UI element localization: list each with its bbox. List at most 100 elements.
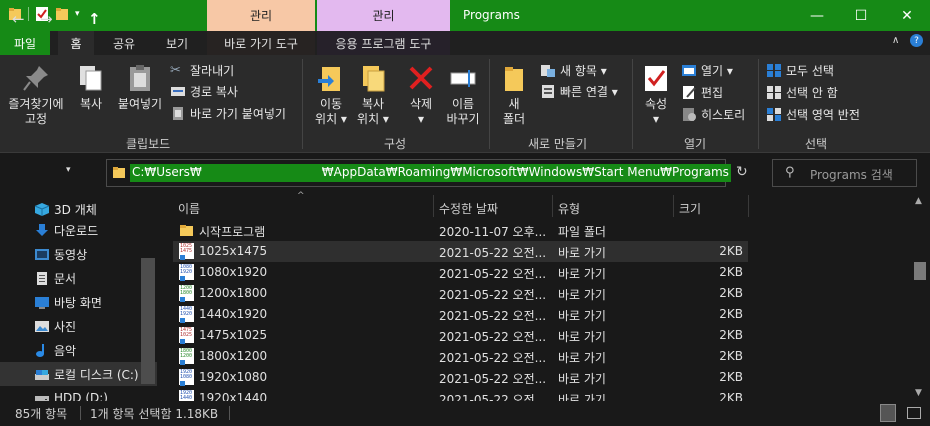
- easy-access-icon: [542, 85, 554, 98]
- select-all-label: 모두 선택: [786, 64, 834, 78]
- nav-item-desktop[interactable]: 바탕 화면: [0, 290, 157, 314]
- selection-info: 1개 항목 선택함 1.18KB: [90, 407, 219, 421]
- column-header-name[interactable]: 이름: [178, 200, 200, 217]
- file-type: 바로 가기: [558, 246, 606, 260]
- move-to-button[interactable]: 이동 위치 ▾: [310, 63, 352, 127]
- copy-button[interactable]: 복사: [72, 63, 110, 112]
- file-type: 바로 가기: [558, 330, 606, 344]
- refresh-icon[interactable]: ↻: [736, 164, 748, 180]
- file-type: 바로 가기: [558, 372, 606, 386]
- tab-file[interactable]: 파일: [0, 31, 50, 55]
- copy-path-button[interactable]: 경로 복사: [170, 83, 238, 100]
- table-row[interactable]: 1800 1200 1800x1200 2021-05-22 오전... 바로 가기 2K…: [173, 346, 748, 367]
- nav-item-documents[interactable]: 문서: [0, 266, 157, 290]
- tab-app-tools[interactable]: 응용 프로그램 도구: [318, 31, 449, 55]
- rename-button[interactable]: 이름 바꾸기: [442, 63, 484, 127]
- invert-selection-button[interactable]: 선택 영역 반전: [766, 106, 860, 123]
- documents-icon: [37, 271, 47, 285]
- forward-arrow-icon[interactable]: →: [40, 10, 53, 28]
- nav-item-music[interactable]: 음악: [0, 338, 157, 362]
- table-row[interactable]: 1440 1920 1440x1920 2021-05-22 오전... 바로 가기 2K…: [173, 304, 748, 325]
- table-row[interactable]: 1920 1080 1920x1080 2021-05-22 오전... 바로 가기 2K…: [173, 367, 748, 388]
- file-date: 2021-05-22 오전...: [439, 267, 545, 281]
- minimize-button[interactable]: —: [794, 0, 840, 31]
- recent-locations-icon[interactable]: ▾: [66, 165, 71, 175]
- properties-button[interactable]: 속성 ▾: [638, 63, 674, 127]
- file-date: 2021-05-22 오전...: [439, 246, 545, 260]
- table-row[interactable]: 1200 1800 1200x1800 2021-05-22 오전... 바로 가기 2K…: [173, 283, 748, 304]
- context-tab-manage-shortcut[interactable]: 관리: [207, 0, 315, 31]
- local-disk-icon: [35, 369, 49, 380]
- up-arrow-icon[interactable]: ↑: [88, 10, 101, 28]
- file-type: 바로 가기: [558, 351, 606, 365]
- column-separator[interactable]: [673, 195, 674, 217]
- delete-icon: [409, 66, 433, 90]
- tab-shortcut-tools[interactable]: 바로 가기 도구: [210, 31, 312, 55]
- tab-home[interactable]: 홈: [58, 31, 94, 55]
- help-icon[interactable]: ?: [910, 34, 923, 47]
- status-divider: [229, 406, 230, 420]
- new-item-button[interactable]: 새 항목 ▾: [540, 62, 607, 79]
- new-folder-icon[interactable]: [55, 6, 69, 22]
- select-all-button[interactable]: 모두 선택: [766, 62, 834, 79]
- tab-view[interactable]: 보기: [158, 31, 196, 55]
- edit-button[interactable]: 편집: [681, 84, 723, 101]
- shortcut-arrow-icon: [180, 339, 185, 344]
- column-separator[interactable]: [552, 195, 553, 217]
- column-header-date[interactable]: 수정한 날짜: [439, 200, 498, 217]
- table-row[interactable]: 1025 1475 1025x1475 2021-05-22 오전... 바로 가기 2K…: [173, 241, 748, 262]
- content-scrollbar-thumb[interactable]: [914, 262, 926, 280]
- qat-customize-icon[interactable]: ▾: [75, 9, 80, 19]
- organize-group-label: 구성: [384, 137, 407, 151]
- address-path[interactable]: C:₩Users₩ ₩AppData₩Roaming₩Microsoft₩Wind…: [130, 164, 731, 182]
- large-icons-view-button[interactable]: [907, 407, 921, 419]
- title-bar: ▾ 관리 관리 Programs — ☐ ✕: [0, 0, 930, 31]
- scroll-down-icon[interactable]: ▼: [915, 388, 922, 398]
- context-tab-manage-app[interactable]: 관리: [317, 0, 450, 31]
- paste-button[interactable]: 붙여넣기: [114, 63, 166, 112]
- column-header-size[interactable]: 크기: [679, 200, 701, 217]
- column-header-type[interactable]: 유형: [558, 200, 580, 217]
- nav-item-videos[interactable]: 동영상: [0, 242, 157, 266]
- details-view-button[interactable]: [880, 404, 896, 422]
- cut-button[interactable]: ✂ 잘라내기: [170, 62, 234, 79]
- column-separator[interactable]: [433, 195, 434, 217]
- nav-item-pictures[interactable]: 사진: [0, 314, 157, 338]
- nav-item-downloads[interactable]: 다운로드: [0, 218, 157, 242]
- new-item-icon: [541, 65, 555, 77]
- invert-selection-icon: [767, 108, 781, 121]
- copy-icon: [80, 66, 102, 91]
- open-button[interactable]: 열기 ▾: [681, 62, 733, 79]
- pin-to-quick-access-button[interactable]: 즐겨찾기에 고정: [6, 63, 66, 127]
- delete-button[interactable]: 삭제 ▾: [401, 63, 441, 127]
- close-button[interactable]: ✕: [884, 0, 930, 31]
- new-folder-label: 새 폴더: [502, 97, 526, 126]
- maximize-button[interactable]: ☐: [838, 0, 884, 31]
- shortcut-badge-bottom: 1200: [180, 353, 193, 359]
- file-name: 1800x1200: [199, 349, 268, 363]
- column-separator[interactable]: [748, 195, 749, 217]
- paste-shortcut-button[interactable]: 바로 가기 붙여넣기: [170, 105, 286, 122]
- back-arrow-icon[interactable]: ←: [12, 10, 25, 28]
- content-scrollbar[interactable]: [912, 193, 930, 401]
- table-row[interactable]: 시작프로그램 2020-11-07 오후... 파일 폴더: [173, 220, 748, 241]
- copy-to-button[interactable]: 복사 위치 ▾: [352, 63, 394, 127]
- file-date: 2021-05-22 오전...: [439, 351, 545, 365]
- shortcut-arrow-icon: [180, 297, 185, 302]
- shortcut-arrow-icon: [180, 276, 185, 281]
- shortcut-arrow-icon: [180, 381, 185, 386]
- history-button[interactable]: 히스토리: [681, 106, 745, 123]
- nav-item-local-disk[interactable]: 로컬 디스크 (C:): [0, 362, 157, 386]
- collapse-ribbon-icon[interactable]: ∧: [892, 35, 899, 46]
- edit-label: 편집: [701, 86, 724, 100]
- navigation-pane-scrollbar[interactable]: [141, 258, 155, 384]
- file-name: 시작프로그램: [199, 225, 266, 239]
- new-folder-button[interactable]: 새 폴더: [496, 63, 532, 127]
- scroll-up-icon[interactable]: ▲: [915, 196, 922, 206]
- address-dropdown-icon[interactable]: ⌄: [704, 166, 713, 179]
- table-row[interactable]: 1475 1025 1475x1025 2021-05-22 오전... 바로 가기 2K…: [173, 325, 748, 346]
- tab-share[interactable]: 공유: [107, 31, 141, 55]
- easy-access-button[interactable]: 빠른 연결 ▾: [540, 83, 618, 100]
- table-row[interactable]: 1080 1920 1080x1920 2021-05-22 오전... 바로 가기 2K…: [173, 262, 748, 283]
- select-none-button[interactable]: 선택 안 함: [766, 84, 838, 101]
